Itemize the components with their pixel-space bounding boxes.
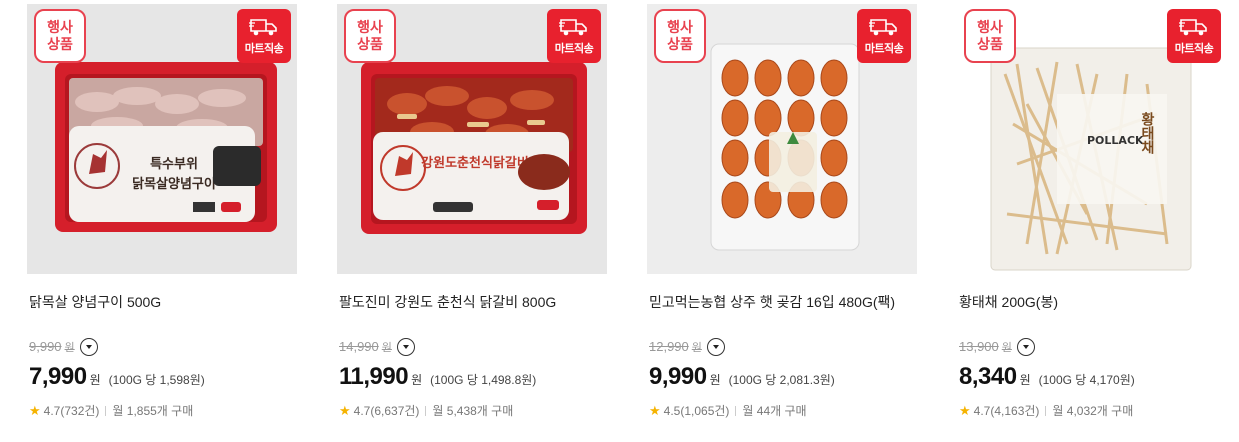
original-price: 12,990 원 bbox=[649, 339, 702, 354]
review-count: (4,163건) bbox=[990, 404, 1040, 418]
monthly-purchases: 월 44개 구매 bbox=[742, 404, 807, 418]
rating-row: ★ 4.7 (6,637건) 월 5,438개 구매 bbox=[339, 402, 513, 419]
delivery-truck-icon bbox=[559, 19, 587, 36]
package-text-1: 황태채 bbox=[1139, 111, 1155, 155]
sale-price: 11,990 bbox=[339, 363, 409, 390]
product-name[interactable]: 믿고먹는농협 상주 햇 곶감 16입 480G(팩) bbox=[649, 292, 895, 312]
product-name[interactable]: 닭목살 양념구이 500G bbox=[29, 292, 161, 312]
event-product-badge: 행사 상품 bbox=[654, 9, 706, 63]
divider bbox=[1045, 405, 1047, 416]
product-card[interactable]: 특수부위 닭목살양념구이 행사 상품 마트직송 닭목살 양념구이 500G 9,9… bbox=[27, 0, 297, 442]
product-card[interactable]: 강원도춘천식닭갈비 행사 상품 마트직송 팔도진미 강원도 춘천식 닭갈비 800… bbox=[337, 0, 607, 442]
product-name[interactable]: 팔도진미 강원도 춘천식 닭갈비 800G bbox=[339, 292, 556, 312]
star-icon: ★ bbox=[959, 402, 971, 418]
sale-price: 9,990 bbox=[649, 363, 707, 390]
product-image[interactable]: 강원도춘천식닭갈비 행사 상품 마트직송 bbox=[337, 4, 607, 274]
star-icon: ★ bbox=[29, 402, 41, 418]
original-price: 14,990 원 bbox=[339, 339, 392, 354]
mart-direct-badge: 마트직송 bbox=[857, 9, 911, 63]
product-image[interactable]: POLLACK 황태채 행사 상품 마트직송 bbox=[957, 4, 1227, 274]
star-icon: ★ bbox=[649, 402, 661, 418]
rating-row: ★ 4.5 (1,065건) 월 44개 구매 bbox=[649, 402, 807, 419]
product-image[interactable]: 특수부위 닭목살양념구이 행사 상품 마트직송 bbox=[27, 4, 297, 274]
package-text-2: 닭목살양념구이 bbox=[132, 176, 216, 192]
rating-row: ★ 4.7 (732건) 월 1,855개 구매 bbox=[29, 402, 193, 419]
unit-price: (100G 당 1,498.8원) bbox=[430, 373, 537, 387]
original-price: 9,990 원 bbox=[29, 339, 75, 354]
chevron-down-icon bbox=[1022, 345, 1029, 349]
product-image[interactable]: 행사 상품 마트직송 bbox=[647, 4, 917, 274]
event-product-badge: 행사 상품 bbox=[344, 9, 396, 63]
chevron-down-icon bbox=[402, 345, 409, 349]
product-name[interactable]: 황태채 200G(봉) bbox=[959, 292, 1058, 312]
delivery-truck-icon bbox=[249, 19, 277, 36]
review-count: (6,637건) bbox=[370, 404, 420, 418]
divider bbox=[105, 405, 107, 416]
monthly-purchases: 월 4,032개 구매 bbox=[1052, 404, 1134, 418]
review-count: (732건) bbox=[60, 404, 100, 418]
price-info-button[interactable] bbox=[79, 338, 98, 356]
chevron-down-icon bbox=[85, 345, 92, 349]
package-text-1: 특수부위 bbox=[150, 157, 198, 172]
delivery-truck-icon bbox=[869, 19, 897, 36]
package-text-1: 강원도춘천식닭갈비 bbox=[421, 155, 529, 171]
monthly-purchases: 월 5,438개 구매 bbox=[432, 404, 514, 418]
unit-price: (100G 당 1,598원) bbox=[108, 373, 205, 387]
rating-value: 4.7 bbox=[43, 403, 61, 418]
price-info-button[interactable] bbox=[706, 338, 725, 356]
event-product-badge: 행사 상품 bbox=[964, 9, 1016, 63]
chevron-down-icon bbox=[712, 345, 719, 349]
mart-direct-badge: 마트직송 bbox=[1167, 9, 1221, 63]
sale-price: 7,990 bbox=[29, 363, 87, 390]
review-count: (1,065건) bbox=[680, 404, 730, 418]
rating-value: 4.7 bbox=[973, 403, 991, 418]
rating-value: 4.7 bbox=[353, 403, 371, 418]
product-card[interactable]: POLLACK 황태채 행사 상품 마트직송 황태채 200G(봉) 13,900… bbox=[957, 0, 1227, 442]
delivery-truck-icon bbox=[1179, 19, 1207, 36]
rating-value: 4.5 bbox=[663, 403, 681, 418]
mart-direct-badge: 마트직송 bbox=[547, 9, 601, 63]
star-icon: ★ bbox=[339, 402, 351, 418]
divider bbox=[425, 405, 427, 416]
product-card[interactable]: 행사 상품 마트직송 믿고먹는농협 상주 햇 곶감 16입 480G(팩) 12,… bbox=[647, 0, 917, 442]
divider bbox=[735, 405, 737, 416]
unit-price: (100G 당 2,081.3원) bbox=[728, 373, 835, 387]
unit-price: (100G 당 4,170원) bbox=[1038, 373, 1135, 387]
monthly-purchases: 월 1,855개 구매 bbox=[112, 404, 194, 418]
price-info-button[interactable] bbox=[1016, 338, 1035, 356]
event-product-badge: 행사 상품 bbox=[34, 9, 86, 63]
rating-row: ★ 4.7 (4,163건) 월 4,032개 구매 bbox=[959, 402, 1133, 419]
original-price: 13,900 원 bbox=[959, 339, 1012, 354]
package-text-2: POLLACK bbox=[1087, 134, 1144, 147]
sale-price: 8,340 bbox=[959, 363, 1017, 390]
price-info-button[interactable] bbox=[396, 338, 415, 356]
mart-direct-badge: 마트직송 bbox=[237, 9, 291, 63]
